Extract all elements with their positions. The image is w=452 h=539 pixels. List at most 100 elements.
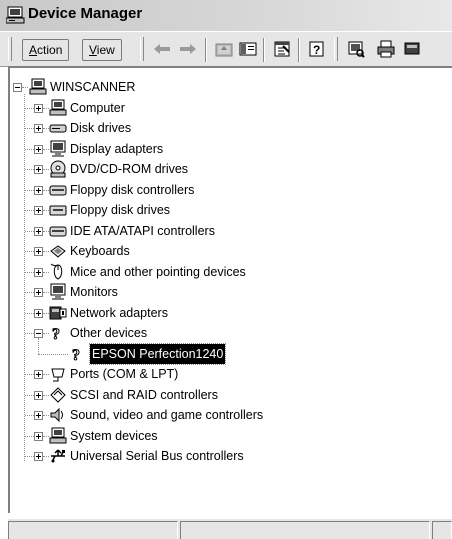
tree-category-13[interactable]: SCSI and RAID controllers <box>10 385 440 405</box>
expand-toggle[interactable] <box>34 124 43 133</box>
computer-root-icon <box>29 78 47 95</box>
tree-category-label: Ports (COM & LPT) <box>70 367 179 381</box>
sound-icon <box>50 407 63 423</box>
tree-category-label: Floppy disk controllers <box>70 182 195 197</box>
tree-device-label: EPSON Perfection1240 <box>88 342 227 365</box>
properties-button[interactable] <box>270 38 294 60</box>
disk-drive-icon <box>49 124 67 133</box>
status-panel-2 <box>180 521 430 539</box>
tree-category-label: Computer <box>70 100 125 115</box>
tree-category-15[interactable]: System devices <box>10 426 440 446</box>
expand-toggle[interactable] <box>34 452 43 461</box>
keyboard-icon <box>50 245 66 258</box>
expand-toggle[interactable] <box>34 247 43 256</box>
title-bar[interactable]: Device Manager <box>0 0 452 31</box>
monitor-icon <box>50 283 66 300</box>
tree-connector <box>25 210 34 211</box>
tree-category-4[interactable]: Floppy disk controllers <box>10 180 440 200</box>
tree-connector <box>25 415 34 416</box>
collapse-root-toggle[interactable] <box>13 83 22 92</box>
expand-toggle[interactable] <box>34 206 43 215</box>
tree-connector <box>25 271 34 273</box>
tree-category-10[interactable]: Network adapters <box>10 303 440 323</box>
tree-category-label: Monitors <box>70 285 118 299</box>
show-hide-tree-icon <box>239 42 257 56</box>
tree-category-1[interactable]: Disk drives <box>10 118 440 138</box>
expand-toggle[interactable] <box>34 144 43 154</box>
unknown-device-icon: ? <box>52 326 61 343</box>
tree-category-label: Universal Serial Bus controllers <box>70 449 244 463</box>
network-adapter-icon <box>49 306 67 319</box>
menu-action-accel: A <box>29 43 38 57</box>
tree-category-0[interactable]: Computer <box>10 98 440 118</box>
tree-category-8[interactable]: Mice and other pointing devices <box>10 262 440 282</box>
display-adapter-icon <box>50 140 66 157</box>
device-icon <box>404 42 420 55</box>
expand-toggle[interactable] <box>34 267 43 277</box>
mouse-icon <box>50 263 63 280</box>
expand-toggle[interactable] <box>34 308 43 318</box>
tree-category-3[interactable]: DVD/CD-ROM drives <box>10 159 440 179</box>
menu-view[interactable]: View <box>82 39 122 61</box>
tree-category-6[interactable]: IDE ATA/ATAPI controllers <box>10 221 440 241</box>
floppy-controller-icon <box>49 185 67 195</box>
tree-category-16[interactable]: Universal Serial Bus controllers <box>10 446 440 466</box>
up-button[interactable] <box>212 38 236 60</box>
tree-category-14[interactable]: Sound, video and game controllers <box>10 405 440 425</box>
port-icon <box>51 368 65 382</box>
tree-category-7[interactable]: Keyboards <box>10 241 440 261</box>
scsi-controller-icon <box>50 386 66 403</box>
expand-toggle[interactable] <box>34 165 43 174</box>
tree-connector <box>25 435 34 437</box>
tree-category-label: Sound, video and game controllers <box>70 408 264 422</box>
tree-category-label: Network adapters <box>70 305 168 320</box>
tree-connector <box>25 230 34 232</box>
toolbar-grip[interactable] <box>8 37 12 61</box>
back-button[interactable] <box>150 38 174 60</box>
tree-connector <box>25 333 34 334</box>
tree-category-label: System devices <box>70 428 158 443</box>
computer-icon <box>49 99 67 115</box>
help-icon: ? <box>309 41 324 57</box>
tree-category-11[interactable]: ? Other devices <box>10 323 440 343</box>
print-icon <box>377 40 395 58</box>
tree-category-label: Keyboards <box>70 244 130 258</box>
tree-root[interactable]: WINSCANNER <box>10 77 440 97</box>
expand-toggle[interactable] <box>34 370 43 379</box>
show-hide-tree-button[interactable] <box>236 38 260 60</box>
tree-category-5[interactable]: Floppy disk drives <box>10 200 440 220</box>
tree-root-label: WINSCANNER <box>50 80 136 94</box>
expand-toggle[interactable] <box>34 226 43 236</box>
tree-category-2[interactable]: Display adapters <box>10 139 440 159</box>
tree-category-label: Floppy disk drives <box>70 203 171 217</box>
tree-device-0[interactable]: ? EPSON Perfection1240 <box>10 337 440 365</box>
toolbar-grip-2 <box>140 37 144 61</box>
forward-button[interactable] <box>176 38 200 60</box>
expand-toggle[interactable] <box>34 288 43 297</box>
window-title: Device Manager <box>28 5 143 22</box>
tree-connector <box>25 189 34 191</box>
floppy-drive-icon <box>49 205 67 216</box>
print-button[interactable] <box>374 38 398 60</box>
expand-toggle[interactable] <box>34 185 43 195</box>
expand-toggle[interactable] <box>34 431 43 441</box>
tree-category-label: IDE ATA/ATAPI controllers <box>70 223 215 238</box>
tree-category-12[interactable]: Ports (COM & LPT) <box>10 364 440 384</box>
tree-category-label: DVD/CD-ROM drives <box>70 162 189 176</box>
scan-hardware-button[interactable] <box>344 38 368 60</box>
tree-connector <box>25 251 34 252</box>
expand-toggle[interactable] <box>34 103 43 113</box>
toolbar-separator <box>205 38 207 62</box>
device-tree[interactable]: WINSCANNER Computer Disk drives Display ad… <box>8 66 452 513</box>
tree-connector <box>25 456 34 457</box>
tree-category-9[interactable]: Monitors <box>10 282 440 302</box>
expand-toggle[interactable] <box>34 411 43 420</box>
extra-toolbar-button[interactable] <box>400 38 424 60</box>
tree-connector <box>25 292 34 293</box>
forward-arrow-icon <box>180 44 196 54</box>
unknown-device-icon: ? <box>72 346 81 363</box>
help-button[interactable]: ? <box>304 38 328 60</box>
toolbar: Action View ? <box>0 31 452 67</box>
menu-action[interactable]: Action <box>22 39 70 61</box>
expand-toggle[interactable] <box>34 390 43 400</box>
